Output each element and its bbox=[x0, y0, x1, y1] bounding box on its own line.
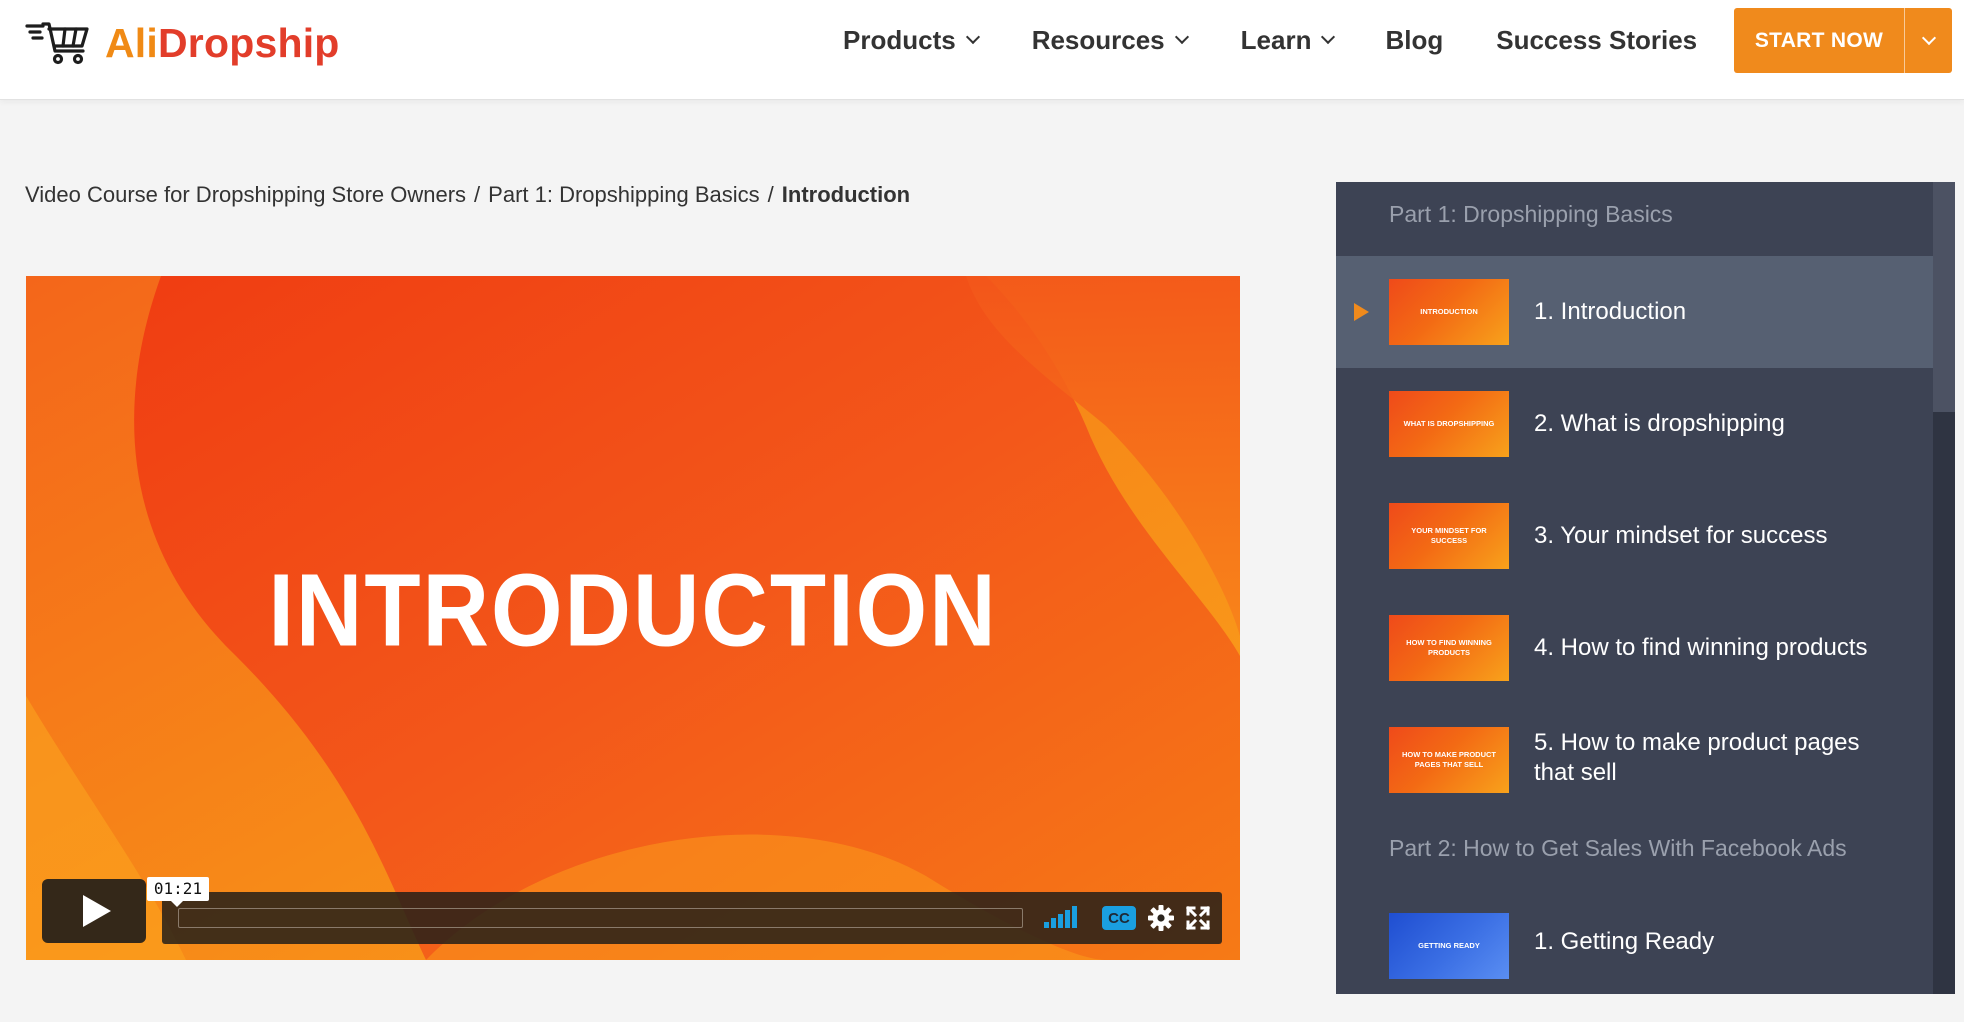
lesson-label: 5. How to make product pages that sell bbox=[1534, 729, 1860, 786]
breadcrumb-separator: / bbox=[474, 182, 481, 207]
breadcrumb-part-link[interactable]: Part 1: Dropshipping Basics bbox=[488, 182, 759, 207]
thumbnail-caption: GETTING READY bbox=[1418, 940, 1480, 950]
course-playlist: Part 1: Dropshipping Basics INTRODUCTION… bbox=[1336, 182, 1955, 994]
lesson-item-introduction[interactable]: INTRODUCTION 1. Introduction bbox=[1336, 256, 1933, 368]
now-playing-arrow-icon bbox=[1354, 303, 1369, 321]
nav-resources[interactable]: Resources bbox=[1031, 24, 1189, 56]
breadcrumb-separator: / bbox=[767, 182, 774, 207]
play-button[interactable] bbox=[42, 879, 146, 943]
shopping-cart-icon bbox=[25, 22, 89, 65]
breadcrumb-current: Introduction bbox=[781, 182, 911, 207]
lesson-thumbnail: INTRODUCTION bbox=[1389, 279, 1509, 345]
playlist-scrollbar[interactable] bbox=[1933, 182, 1955, 994]
lesson-label: 3. Your mindset for success bbox=[1534, 522, 1828, 549]
logo-wordmark: AliDropship bbox=[105, 20, 340, 67]
thumbnail-caption: HOW TO MAKE PRODUCT PAGES THAT SELL bbox=[1401, 749, 1497, 770]
part-title: Part 1: Dropshipping Basics bbox=[1389, 201, 1673, 227]
start-now-button[interactable]: START NOW bbox=[1734, 8, 1952, 73]
thumbnail-caption: WHAT IS DROPSHIPPING bbox=[1403, 418, 1495, 428]
main-nav: Products Resources Learn Blog Success St… bbox=[843, 20, 1697, 60]
chevron-down-icon bbox=[1321, 29, 1336, 45]
lesson-label: 4. How to find winning products bbox=[1534, 634, 1868, 661]
nav-products[interactable]: Products bbox=[843, 24, 980, 56]
video-timestamp: 01:21 bbox=[147, 877, 209, 907]
chevron-down-icon bbox=[1921, 30, 1936, 45]
thumbnail-caption: YOUR MINDSET FOR SUCCESS bbox=[1411, 525, 1487, 546]
thumbnail-caption: INTRODUCTION bbox=[1420, 306, 1478, 316]
gear-icon[interactable] bbox=[1147, 904, 1175, 932]
lesson-item-product-pages[interactable]: HOW TO MAKE PRODUCT PAGES THAT SELL 5. H… bbox=[1336, 704, 1933, 816]
lesson-thumbnail: WHAT IS DROPSHIPPING bbox=[1389, 391, 1509, 457]
volume-icon[interactable] bbox=[1044, 906, 1084, 928]
lesson-label: 1. Introduction bbox=[1534, 298, 1687, 325]
lesson-item-mindset[interactable]: YOUR MINDSET FOR SUCCESS 3. Your mindset… bbox=[1336, 480, 1933, 592]
logo-text-ali: Ali bbox=[105, 19, 158, 66]
play-icon bbox=[83, 895, 111, 927]
scrollbar-thumb[interactable] bbox=[1933, 182, 1955, 412]
fullscreen-icon[interactable] bbox=[1186, 906, 1210, 930]
start-now-label: START NOW bbox=[1754, 28, 1884, 52]
nav-products-label: Products bbox=[843, 24, 956, 55]
lesson-item-winning-products[interactable]: HOW TO FIND WINNING PRODUCTS 4. How to f… bbox=[1336, 592, 1933, 704]
closed-captions-button[interactable]: CC bbox=[1102, 906, 1136, 930]
cc-label: CC bbox=[1108, 909, 1130, 927]
chevron-down-icon bbox=[965, 29, 980, 45]
lesson-thumbnail: HOW TO MAKE PRODUCT PAGES THAT SELL bbox=[1389, 727, 1509, 793]
video-player[interactable]: INTRODUCTION CC 01:21 bbox=[26, 276, 1240, 960]
cta-dropdown-toggle[interactable] bbox=[1905, 30, 1952, 45]
lesson-thumbnail: GETTING READY bbox=[1389, 913, 1509, 979]
video-title-overlay: INTRODUCTION bbox=[268, 553, 998, 669]
nav-learn-label: Learn bbox=[1240, 24, 1312, 55]
progress-bar[interactable] bbox=[178, 908, 1023, 928]
lesson-item-what-is-dropshipping[interactable]: WHAT IS DROPSHIPPING 2. What is dropship… bbox=[1336, 368, 1933, 480]
alidropship-logo[interactable]: AliDropship bbox=[25, 18, 340, 68]
lesson-label: 2. What is dropshipping bbox=[1534, 410, 1785, 437]
site-header: AliDropship Products Resources Learn Blo… bbox=[0, 0, 1964, 100]
part-title: Part 2: How to Get Sales With Facebook A… bbox=[1389, 835, 1847, 861]
lesson-thumbnail: HOW TO FIND WINNING PRODUCTS bbox=[1389, 615, 1509, 681]
thumbnail-caption: HOW TO FIND WINNING PRODUCTS bbox=[1406, 637, 1492, 658]
lesson-item-getting-ready[interactable]: GETTING READY 1. Getting Ready bbox=[1336, 890, 1933, 994]
lesson-label: 1. Getting Ready bbox=[1534, 928, 1715, 955]
lesson-thumbnail: YOUR MINDSET FOR SUCCESS bbox=[1389, 503, 1509, 569]
video-controls-bar: CC bbox=[162, 892, 1222, 944]
nav-blog[interactable]: Blog bbox=[1385, 25, 1443, 56]
logo-text-dropship: Dropship bbox=[158, 19, 340, 66]
breadcrumb-course-link[interactable]: Video Course for Dropshipping Store Owne… bbox=[25, 182, 466, 207]
breadcrumb: Video Course for Dropshipping Store Owne… bbox=[25, 182, 910, 208]
nav-resources-label: Resources bbox=[1031, 24, 1165, 55]
chevron-down-icon bbox=[1174, 29, 1189, 45]
nav-success-stories[interactable]: Success Stories bbox=[1496, 25, 1697, 56]
nav-learn[interactable]: Learn bbox=[1240, 24, 1336, 56]
